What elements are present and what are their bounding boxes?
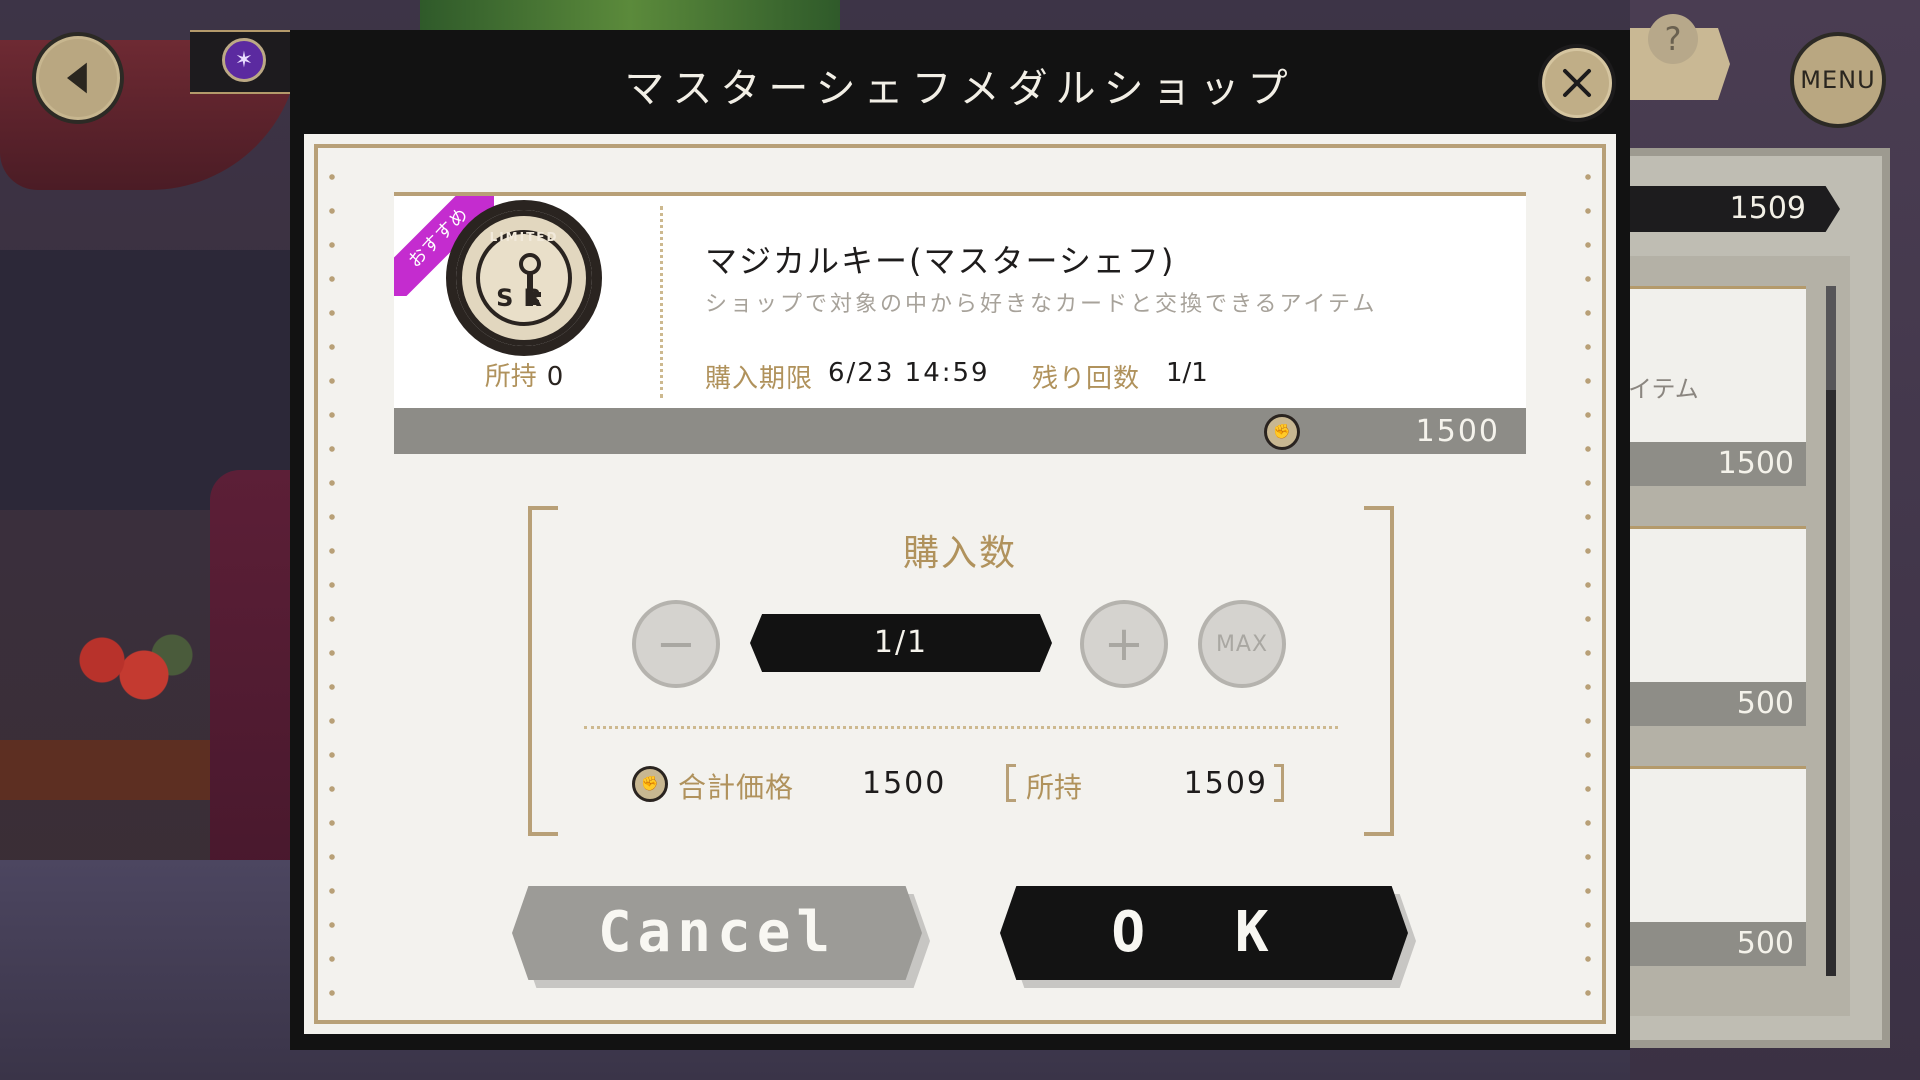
quantity-divider bbox=[584, 726, 1338, 729]
item-description: ショップで対象の中から好きなカードと交換できるアイテム bbox=[705, 292, 1378, 317]
back-button[interactable] bbox=[32, 32, 124, 124]
side-card-price: 500 bbox=[1620, 922, 1806, 966]
help-icon[interactable]: ? bbox=[1648, 14, 1698, 64]
item-price: 1500 bbox=[1415, 414, 1500, 449]
medal-coin-icon: ✊ bbox=[632, 766, 668, 802]
medal-coin-icon: ✊ bbox=[1264, 414, 1300, 450]
side-scrollbar-thumb[interactable] bbox=[1826, 286, 1836, 390]
back-arrow-icon bbox=[67, 62, 87, 94]
owned-label: 所持 bbox=[484, 362, 537, 392]
owned-count: 所持 0 bbox=[456, 356, 592, 393]
ok-button[interactable]: O K bbox=[1000, 886, 1408, 980]
close-button[interactable] bbox=[1538, 44, 1616, 122]
frame-dots-left bbox=[328, 160, 336, 1010]
owned-value: 0 bbox=[546, 362, 564, 392]
remaining-label: 残り回数 bbox=[1032, 364, 1141, 394]
qty-bracket-right bbox=[1364, 506, 1394, 836]
decrease-button[interactable]: − bbox=[632, 600, 720, 688]
menu-button[interactable]: MENU bbox=[1790, 32, 1886, 128]
cancel-button[interactable]: Cancel bbox=[512, 886, 922, 980]
deadline-label: 購入期限 bbox=[705, 364, 814, 394]
magic-gem-icon: ✶ bbox=[222, 38, 266, 82]
max-button[interactable]: MAX bbox=[1198, 600, 1286, 688]
key-icon bbox=[519, 253, 541, 306]
side-card-price: 500 bbox=[1620, 682, 1806, 726]
quantity-display: 1/1 bbox=[750, 614, 1052, 672]
item-divider bbox=[660, 206, 663, 398]
side-card-label: イテム bbox=[1628, 375, 1699, 403]
item-name: マジカルキー(マスターシェフ) bbox=[705, 242, 1176, 280]
holding-bracket-right bbox=[1274, 764, 1284, 802]
quantity-title: 購入数 bbox=[902, 533, 1017, 574]
bg-fruit-bowl bbox=[60, 620, 200, 720]
total-price-label: 合計価格 bbox=[678, 771, 795, 804]
side-card-price: 1500 bbox=[1620, 442, 1806, 486]
modal-title: マスターシェフメダルショップ bbox=[624, 66, 1296, 112]
holding-label: 所持 bbox=[1026, 771, 1083, 804]
magical-key-icon: LIMITED SR bbox=[456, 210, 592, 346]
qty-bracket-left bbox=[528, 506, 558, 836]
increase-button[interactable]: + bbox=[1080, 600, 1168, 688]
side-balance: 1509 bbox=[1600, 186, 1840, 232]
side-card[interactable]: 500 bbox=[1620, 766, 1806, 966]
holding-bracket-left bbox=[1006, 764, 1016, 802]
item-icon-ring-text: LIMITED bbox=[489, 230, 559, 244]
side-card[interactable]: 500 bbox=[1620, 526, 1806, 726]
holding-value: 1509 bbox=[1183, 766, 1268, 801]
item-price-bar bbox=[394, 408, 1526, 454]
side-card[interactable]: イテム 1500 bbox=[1620, 286, 1806, 486]
total-price-value: 1500 bbox=[862, 766, 947, 801]
remaining-value: 1/1 bbox=[1166, 358, 1208, 388]
frame-dots-right bbox=[1584, 160, 1592, 1010]
deadline-value: 6/23 14:59 bbox=[828, 358, 990, 388]
close-icon bbox=[1563, 69, 1591, 97]
